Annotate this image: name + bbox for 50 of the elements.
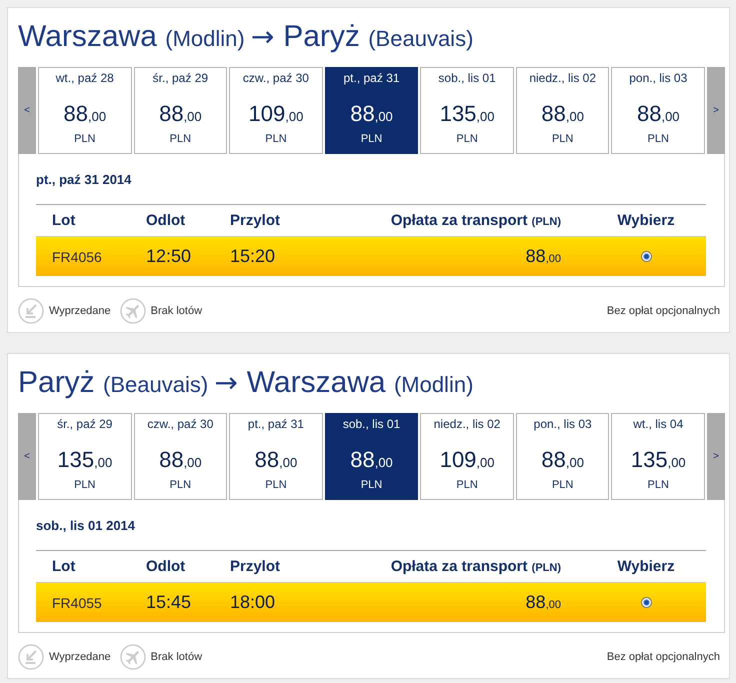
legend-label: Brak lotów xyxy=(150,305,202,317)
date-tab[interactable]: pt., paź 31 88,00 PLN xyxy=(324,67,418,154)
fare-cell-text: 88,00 xyxy=(524,592,562,613)
legend-label: Wyprzedane xyxy=(49,305,111,317)
legend-label: Wyprzedane xyxy=(49,651,111,663)
column-header: Odlot xyxy=(146,212,186,229)
radio-button[interactable] xyxy=(640,597,652,608)
selected-date-label: pt., paź 31 2014 xyxy=(36,172,132,188)
next-dates-button[interactable]: > xyxy=(707,413,726,500)
arrival-time-cell-text: 15:20 xyxy=(230,246,276,267)
legend-label: Brak lotów xyxy=(150,651,202,663)
column-header: Lot xyxy=(52,212,76,229)
column-header: Opłata za transport (PLN) xyxy=(390,212,562,229)
fare-cell-text: 88,00 xyxy=(524,246,562,267)
column-header: Przylot xyxy=(230,212,282,229)
date-tab[interactable]: śr., paź 29 135,00 PLN xyxy=(38,413,132,500)
column-header: Przylot xyxy=(230,558,282,575)
date-tab[interactable]: sob., lis 01 135,00 PLN xyxy=(420,67,514,154)
arrival-time-cell-text: 18:00 xyxy=(230,592,276,613)
next-dates-button[interactable]: > xyxy=(707,67,726,154)
date-tab[interactable]: niedz., lis 02 88,00 PLN xyxy=(516,67,610,154)
airplane-icon xyxy=(120,298,146,324)
column-header: Lot xyxy=(52,558,76,575)
fees-note: Bez opłat opcjonalnych xyxy=(606,651,720,663)
route-title: Warszawa (Modlin) → Paryż (Beauvais) xyxy=(18,19,474,55)
departure-time-cell-text: 15:45 xyxy=(146,592,192,613)
date-tab[interactable]: wt., paź 28 88,00 PLN xyxy=(38,67,132,154)
date-tab[interactable]: czw., paź 30 109,00 PLN xyxy=(229,67,323,154)
date-tab[interactable]: czw., paź 30 88,00 PLN xyxy=(134,413,228,500)
column-header: Wybierz xyxy=(616,212,676,229)
departure-time-cell-text: 12:50 xyxy=(146,246,192,267)
route-title: Paryż (Beauvais) → Warszawa (Modlin) xyxy=(18,365,474,401)
date-tab[interactable]: sob., lis 01 88,00 PLN xyxy=(324,413,418,500)
date-tab[interactable]: wt., lis 04 135,00 PLN xyxy=(611,413,706,500)
column-header: Opłata za transport (PLN) xyxy=(390,558,562,575)
radio-button[interactable] xyxy=(640,251,652,262)
date-tab[interactable]: pt., paź 31 88,00 PLN xyxy=(229,413,323,500)
column-header: Wybierz xyxy=(616,558,676,575)
date-tab[interactable]: śr., paź 29 88,00 PLN xyxy=(134,67,228,154)
date-tab[interactable]: pon., lis 03 88,00 PLN xyxy=(516,413,610,500)
selected-date-label: sob., lis 01 2014 xyxy=(36,518,136,534)
flight-number-cell-text: FR4055 xyxy=(52,594,103,610)
date-tab[interactable]: niedz., lis 02 109,00 PLN xyxy=(420,413,514,500)
date-tab[interactable]: pon., lis 03 88,00 PLN xyxy=(611,67,706,154)
flight-number-cell-text: FR4056 xyxy=(52,248,103,264)
airplane-icon xyxy=(120,644,146,670)
previous-dates-button[interactable]: < xyxy=(18,67,36,154)
previous-dates-button[interactable]: < xyxy=(18,413,36,500)
fees-note: Bez opłat opcjonalnych xyxy=(606,305,720,317)
column-header: Odlot xyxy=(146,558,186,575)
